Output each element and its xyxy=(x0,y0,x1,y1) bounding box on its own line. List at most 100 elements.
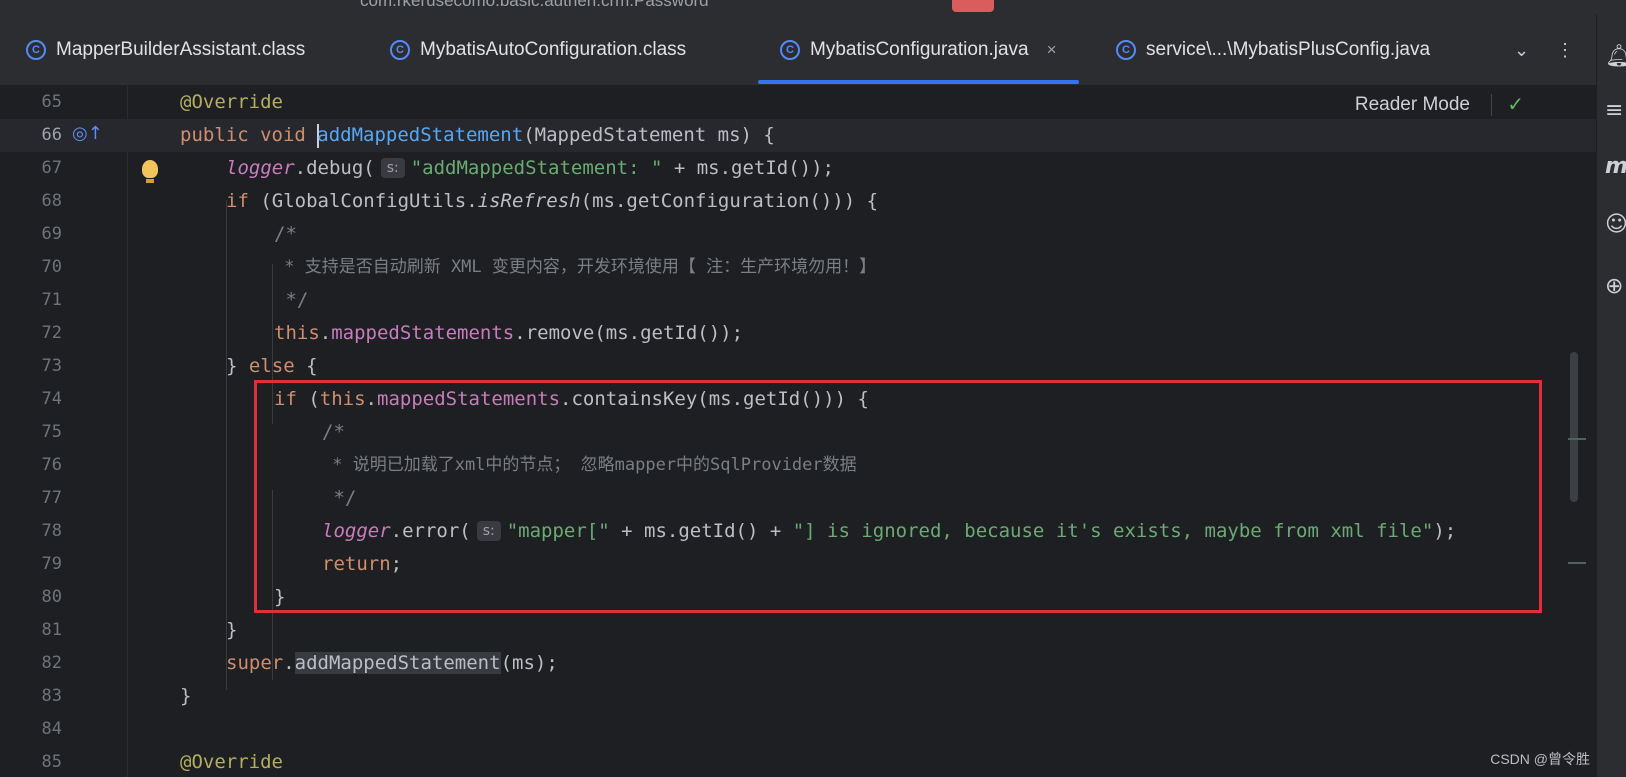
editor-tab-bar: C MapperBuilderAssistant.class C Mybatis… xyxy=(0,14,1596,86)
token: super xyxy=(226,652,284,674)
line-content: * 支持是否自动刷新 XML 变更内容，开发环境使用【 注：生产环境勿用！】 xyxy=(274,257,877,277)
maven-icon[interactable]: m xyxy=(1605,154,1626,179)
line-content: super.addMappedStatement(ms); xyxy=(226,647,558,680)
class-icon: C xyxy=(26,40,46,60)
token: (MappedStatement ms) { xyxy=(523,124,775,146)
line-number: 79 xyxy=(41,554,62,574)
token: this xyxy=(274,322,320,344)
token: addMappedStatement xyxy=(294,652,501,674)
lightbulb-icon[interactable] xyxy=(142,160,158,183)
code-line: 70 * 支持是否自动刷新 XML 变更内容，开发环境使用【 注：生产环境勿用！… xyxy=(0,251,1596,284)
token: mappedStatements xyxy=(331,322,515,344)
scrollbar-marker xyxy=(1568,438,1586,440)
token: } xyxy=(226,355,249,377)
tab-label: MybatisAutoConfiguration.class xyxy=(420,39,687,60)
line-number: 75 xyxy=(41,422,62,442)
token: + ms.getId()); xyxy=(662,157,834,179)
token: . xyxy=(319,322,332,344)
line-number: 80 xyxy=(41,587,62,607)
line-content: } xyxy=(226,619,238,641)
line-number: 72 xyxy=(41,323,62,343)
right-tool-strip: 🔔︎ ≡ m ☺ ⊕ xyxy=(1596,14,1626,777)
token: (ms); xyxy=(500,652,558,674)
token: "addMappedStatement: " xyxy=(410,157,663,179)
globe-icon[interactable]: ⊕ xyxy=(1605,274,1623,299)
line-content: */ xyxy=(274,289,309,311)
line-number: 66 xyxy=(41,125,62,145)
token: addMappedStatement xyxy=(317,124,524,146)
tab-mybatis-configuration[interactable]: C MybatisConfiguration.java × xyxy=(758,14,1079,86)
line-number: 74 xyxy=(41,389,62,409)
line-content: } xyxy=(180,685,192,707)
tab-label: MapperBuilderAssistant.class xyxy=(56,39,306,60)
line-number: 82 xyxy=(41,653,62,673)
line-content: if (GlobalConfigUtils.isRefresh(ms.getCo… xyxy=(226,185,878,218)
chevron-down-icon[interactable]: ⌄ xyxy=(1514,14,1529,86)
code-line: 68 if (GlobalConfigUtils.isRefresh(ms.ge… xyxy=(0,185,1596,218)
notifications-icon[interactable]: 🔔︎ xyxy=(1605,44,1626,69)
code-line: 82 super.addMappedStatement(ms); xyxy=(0,647,1596,680)
record-button[interactable] xyxy=(952,0,994,12)
token: .debug( xyxy=(294,157,375,179)
more-vert-icon[interactable]: ⋮ xyxy=(1556,14,1574,86)
line-number: 73 xyxy=(41,356,62,376)
token: (GlobalConfigUtils. xyxy=(248,190,478,212)
line-number: 76 xyxy=(41,455,62,475)
tab-mybatis-plus-config[interactable]: C service\...\MybatisPlusConfig.java xyxy=(1116,14,1430,86)
token: logger xyxy=(226,157,295,179)
plugins-icon[interactable]: ☺ xyxy=(1605,212,1626,237)
token: if xyxy=(226,190,249,212)
scrollbar-marker xyxy=(1568,562,1586,564)
line-number: 83 xyxy=(41,686,62,706)
token: isRefresh xyxy=(477,190,581,212)
code-line: 85 @Override xyxy=(0,746,1596,777)
line-number: 84 xyxy=(41,719,62,739)
code-line: 67 logger.debug(s: "addMappedStatement: "… xyxy=(0,152,1596,185)
tab-label: service\...\MybatisPlusConfig.java xyxy=(1146,39,1431,60)
tab-label: MybatisConfiguration.java xyxy=(810,39,1029,60)
line-number: 68 xyxy=(41,191,62,211)
class-icon: C xyxy=(780,40,800,60)
line-content: /* xyxy=(274,223,297,245)
line-content: @Override xyxy=(180,746,283,777)
code-line: 84 xyxy=(0,713,1596,746)
code-line-current: 66 ◎↑ public void addMappedStatement(Map… xyxy=(0,119,1596,152)
line-number: 78 xyxy=(41,521,62,541)
csdn-watermark: CSDN @曾令胜 xyxy=(1490,751,1590,767)
line-content: logger.debug(s: "addMappedStatement: " + … xyxy=(226,152,834,185)
class-icon: C xyxy=(1116,40,1136,60)
line-number: 69 xyxy=(41,224,62,244)
tab-mybatis-auto-configuration[interactable]: C MybatisAutoConfiguration.class xyxy=(390,14,686,86)
line-content: this.mappedStatements.remove(ms.getId())… xyxy=(274,317,743,350)
code-line: 71 */ xyxy=(0,284,1596,317)
tab-mapper-builder-assistant[interactable]: C MapperBuilderAssistant.class xyxy=(26,14,305,86)
token: else xyxy=(248,355,295,377)
implements-method-icon[interactable]: ◎↑ xyxy=(72,123,103,144)
line-number: 65 xyxy=(41,92,62,112)
database-icon[interactable]: ≡ xyxy=(1605,98,1623,123)
window-title: com.rkerusecomo.basic.authen.crm.Passwor… xyxy=(360,0,709,10)
line-number: 81 xyxy=(41,620,62,640)
code-line: 81 } xyxy=(0,614,1596,647)
vertical-scrollbar[interactable] xyxy=(1570,352,1578,502)
token: @Override xyxy=(180,751,283,773)
class-icon: C xyxy=(390,40,410,60)
token: public void xyxy=(180,124,318,146)
code-line: 69 /* xyxy=(0,218,1596,251)
token: (ms.getConfiguration())) { xyxy=(580,190,879,212)
line-content: } else { xyxy=(226,350,318,383)
code-line: 72 this.mappedStatements.remove(ms.getId… xyxy=(0,317,1596,350)
token: { xyxy=(294,355,318,377)
line-number: 77 xyxy=(41,488,62,508)
close-tab-icon[interactable]: × xyxy=(1047,40,1057,60)
line-content: public void addMappedStatement(MappedSta… xyxy=(180,119,775,152)
line-number: 71 xyxy=(41,290,62,310)
token: .remove(ms.getId()); xyxy=(514,322,744,344)
title-bar: com.rkerusecomo.basic.authen.crm.Passwor… xyxy=(0,0,1626,14)
line-number: 85 xyxy=(41,752,62,772)
line-content: @Override xyxy=(180,86,283,119)
highlight-box xyxy=(254,380,1542,613)
code-line: 65 @Override xyxy=(0,86,1596,119)
token: . xyxy=(283,652,295,674)
line-number: 70 xyxy=(41,257,62,277)
